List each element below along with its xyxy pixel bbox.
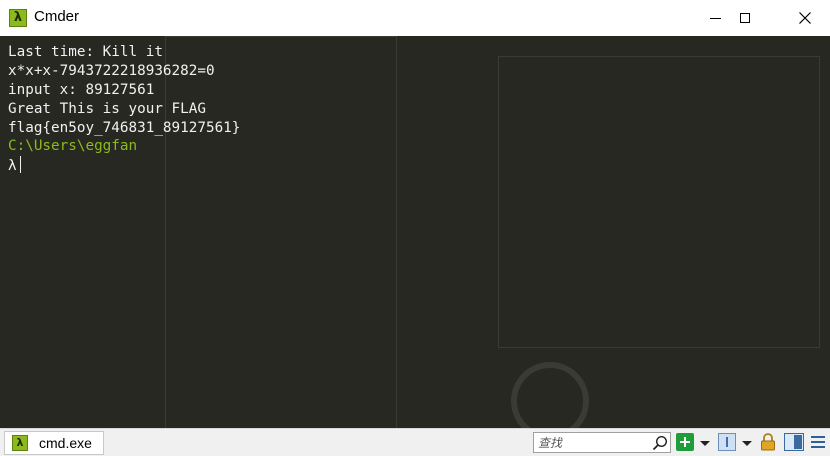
cmder-tab-icon: λ xyxy=(12,435,28,451)
cmder-app-icon[interactable]: λ xyxy=(9,9,27,27)
output-line: flag{en5oy_746831_89127561} xyxy=(8,119,241,136)
title-bar[interactable]: λ Cmder xyxy=(0,0,830,36)
maximize-button[interactable] xyxy=(722,0,768,36)
background-panel xyxy=(498,56,820,348)
terminal-area[interactable]: Last time: Kill it x*x+x-794372221893628… xyxy=(0,36,830,428)
prompt-line[interactable]: λ xyxy=(8,156,240,175)
prompt-lambda: λ xyxy=(8,158,17,175)
current-path: C:\Users\eggfan xyxy=(8,138,138,155)
search-box[interactable] xyxy=(533,432,671,453)
new-console-icon[interactable] xyxy=(676,433,694,451)
console-tab[interactable]: λ cmd.exe xyxy=(4,431,104,455)
split-view-icon[interactable] xyxy=(784,433,804,451)
background-circle-shape xyxy=(511,362,589,428)
terminal-output: Last time: Kill it x*x+x-794372221893628… xyxy=(8,43,240,175)
minimize-icon xyxy=(709,17,721,19)
status-bar: λ cmd.exe xyxy=(0,428,830,456)
tab-label: cmd.exe xyxy=(39,435,92,451)
text-cursor xyxy=(19,156,22,174)
dropdown-arrow-icon[interactable] xyxy=(742,441,752,446)
lock-icon[interactable] xyxy=(760,433,776,451)
document-icon[interactable] xyxy=(718,433,736,451)
close-button[interactable] xyxy=(782,0,828,36)
output-line: Last time: Kill it xyxy=(8,44,163,60)
dropdown-arrow-icon[interactable] xyxy=(700,441,710,446)
output-line: input x: 89127561 xyxy=(8,81,155,98)
window-title: Cmder xyxy=(34,8,80,25)
search-input[interactable] xyxy=(536,434,650,451)
search-icon[interactable] xyxy=(652,435,668,451)
close-icon xyxy=(799,12,811,24)
output-line: Great This is your FLAG xyxy=(8,100,206,117)
output-line: x*x+x-7943722218936282=0 xyxy=(8,62,215,79)
maximize-icon xyxy=(740,13,750,23)
menu-icon[interactable] xyxy=(810,433,826,451)
